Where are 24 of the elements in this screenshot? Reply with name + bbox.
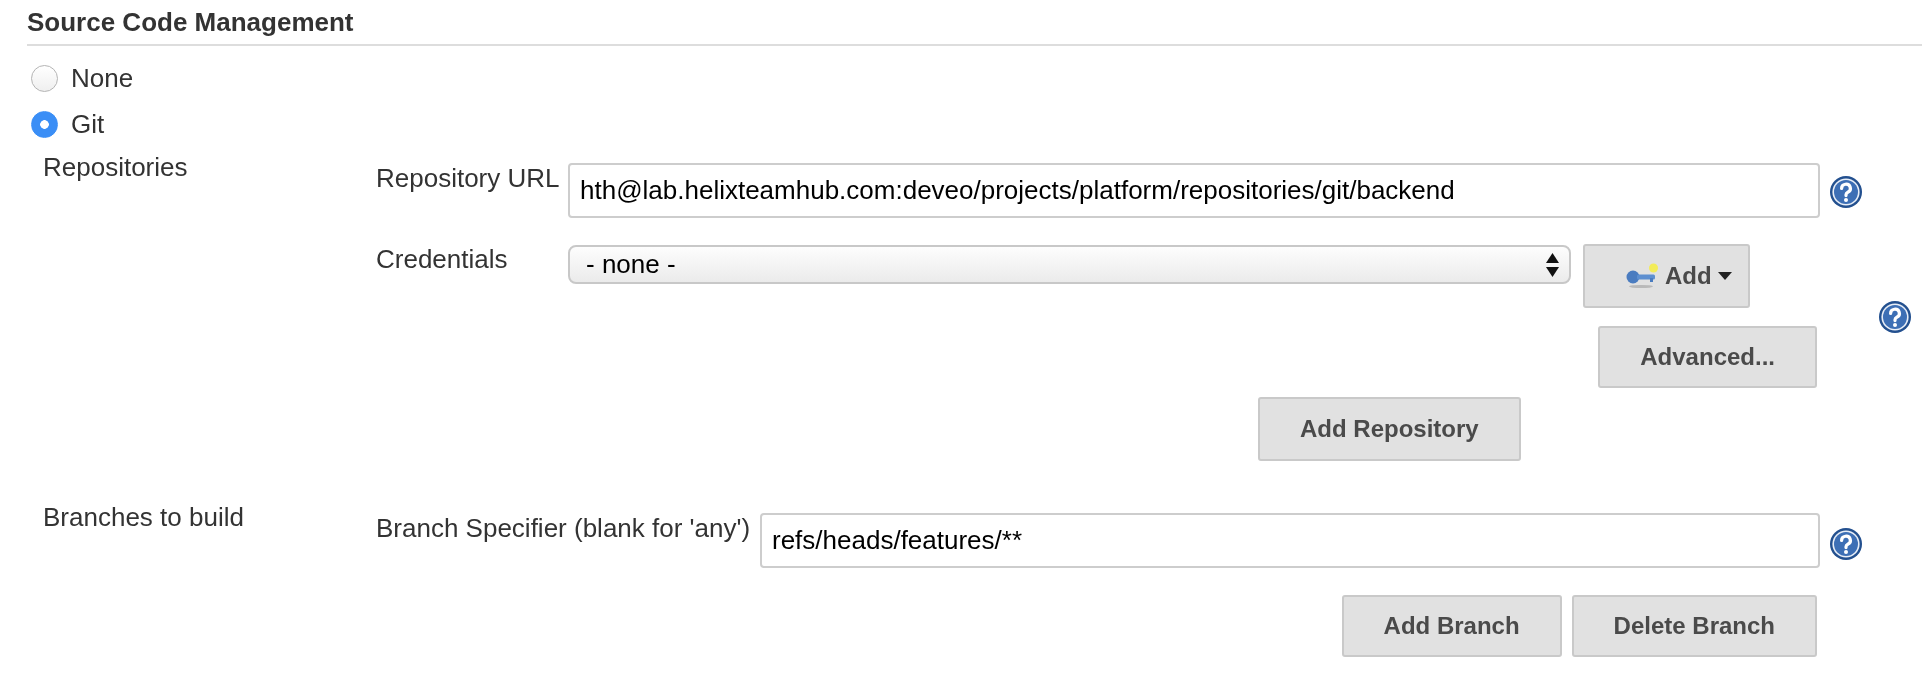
help-icon[interactable] — [1830, 176, 1862, 208]
add-repository-button[interactable]: Add Repository — [1258, 397, 1521, 461]
updown-arrows-icon — [1546, 252, 1559, 277]
branch-input[interactable]: refs/heads/features/** — [760, 513, 1820, 568]
section-label: Branches to build — [43, 502, 244, 532]
help-icon[interactable] — [1830, 528, 1862, 560]
section-label: Repositories — [43, 152, 188, 182]
option-label: Git — [71, 108, 105, 140]
field-label: Repository URL — [376, 163, 561, 194]
option-label: None — [71, 62, 134, 94]
advanced-button[interactable]: Advanced... — [1598, 326, 1817, 388]
section-heading: Source Code Management — [27, 7, 1922, 46]
radio-button[interactable] — [31, 110, 58, 138]
caret-down-icon — [1717, 272, 1732, 280]
add-branch-button[interactable]: Add Branch — [1341, 595, 1562, 657]
field-label: Credentials — [376, 244, 509, 275]
add-button[interactable]: Add — [1583, 244, 1750, 308]
url-input[interactable]: hth@lab.helixteamhub.com:deveo/projects/platform/repositories/git/backend — [568, 163, 1820, 218]
field-label: Branch Specifier (blank for 'any') — [376, 513, 752, 544]
radio-button[interactable] — [31, 64, 58, 92]
credentials-select[interactable]: - none - — [568, 245, 1571, 284]
delete-branch-button[interactable]: Delete Branch — [1571, 595, 1817, 657]
help-icon[interactable] — [1879, 301, 1911, 333]
key-icon — [1625, 263, 1659, 289]
